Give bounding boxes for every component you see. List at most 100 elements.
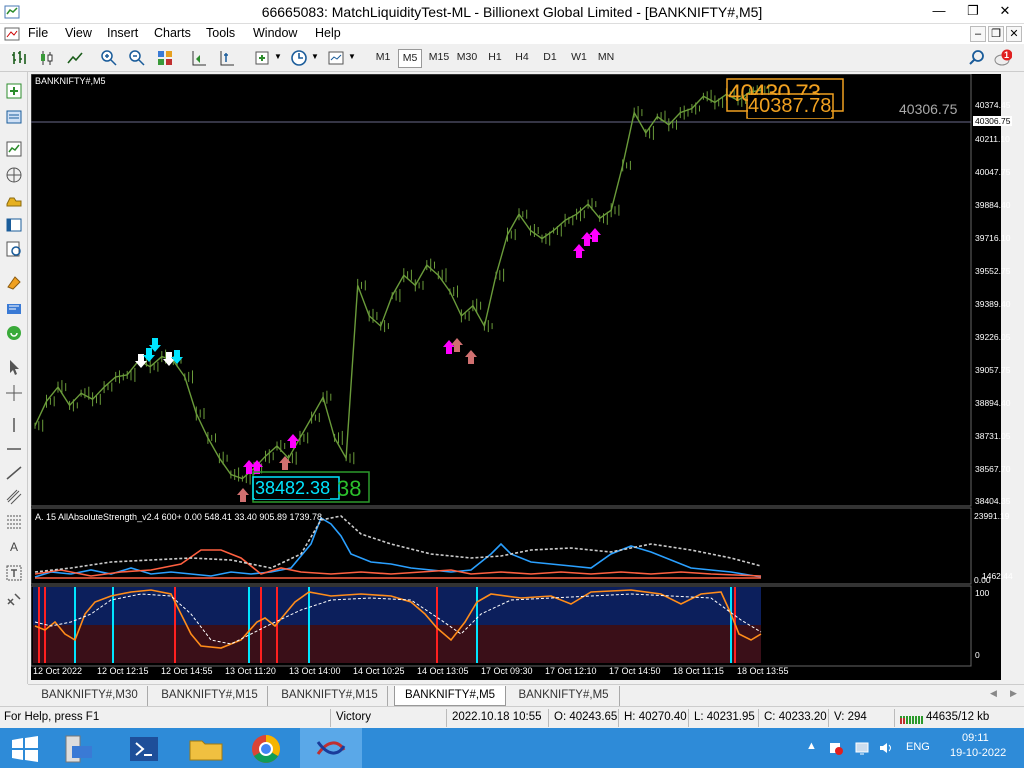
menu-help[interactable]: Help [315,26,341,40]
indicators-icon[interactable] [254,49,272,67]
bar-chart-icon[interactable] [10,49,28,67]
time-scale-label: 18 Oct 13:55 [737,666,789,676]
chart-symbol-label: BANKNIFTY#,M5 [35,76,106,86]
periods-clock-icon[interactable] [290,49,308,67]
horizontal-line-icon[interactable] [5,440,23,458]
chart-shift-icon[interactable] [190,49,208,67]
current-price-marker: 40306.75 [973,116,1013,126]
taskbar-active-app[interactable] [300,728,362,768]
file-explorer-icon[interactable] [184,732,228,766]
vertical-line-icon[interactable] [5,416,23,434]
time-scale-label: 17 Oct 09:30 [481,666,533,676]
text-tool-icon[interactable]: A [5,540,23,558]
strategy-tester-icon[interactable] [5,240,23,258]
powershell-icon[interactable] [122,732,166,766]
chart-area[interactable]: BANKNIFTY#,M5 40306.75 40430.73 40387.78… [31,74,1013,680]
zoom-in-icon[interactable] [100,49,118,67]
current-price-text: 40306.75 [899,101,958,117]
tab-scroll-right-icon[interactable]: ▶ [1010,688,1017,699]
down-arrow-signal [143,348,155,362]
timeframe-m1-button[interactable]: M1 [371,49,395,68]
tab-banknifty-m5[interactable]: BANKNIFTY#,M5 [508,686,620,706]
chart-canvas[interactable] [31,74,1001,680]
menu-window[interactable]: Window [253,26,297,40]
notification-count: 1 [1004,50,1010,60]
close-button[interactable]: ✕ [988,0,1022,24]
title-bar: 66665083: MatchLiquidityTest-ML - Billio… [0,0,1024,24]
timeframe-h1-button[interactable]: H1 [483,49,507,68]
tab-banknifty-m15-b[interactable]: BANKNIFTY#,M15 [272,686,388,706]
fibonacci-icon[interactable] [5,512,23,530]
history-center-icon[interactable] [5,108,23,126]
data-window-icon[interactable] [5,192,23,210]
time-scale-label: 17 Oct 14:50 [609,666,661,676]
auto-scroll-icon[interactable] [218,49,236,67]
indicator2-scale-top: 100 [975,588,990,598]
tab-banknifty-m15-a[interactable]: BANKNIFTY#,M15 [152,686,268,706]
timeframe-d1-button[interactable]: D1 [538,49,562,68]
server-manager-icon[interactable] [56,732,100,766]
notifications-icon[interactable] [994,49,1012,67]
trading-terminal-icon [316,741,346,755]
mdi-close-button[interactable]: ✕ [1006,26,1022,42]
candlestick-icon[interactable] [38,49,56,67]
metaeditor-icon[interactable] [5,274,23,292]
left-toolbar: A [0,72,28,684]
search-icon[interactable] [968,49,986,67]
indicator1-scale-zero: 0.00 [974,575,991,585]
tile-windows-icon[interactable] [156,49,174,67]
timeframe-h4-button[interactable]: H4 [510,49,534,68]
tray-language[interactable]: ENG [906,741,930,753]
tray-time[interactable]: 09:11 [962,732,989,744]
templates-dropdown-icon[interactable]: ▼ [348,52,356,61]
price-scale-label: 39389.40 [975,299,1011,309]
tab-banknifty-m5-active[interactable]: BANKNIFTY#,M5 [394,686,506,706]
timeframe-mn-button[interactable]: MN [594,49,618,68]
cursor-icon[interactable] [5,358,23,376]
status-bar: For Help, press F1 Victory 2022.10.18 10… [0,706,1024,728]
line-chart-icon[interactable] [66,49,84,67]
channel-icon[interactable] [5,488,23,506]
minimize-button[interactable]: — [922,0,956,24]
menu-view[interactable]: View [65,26,92,40]
menu-tools[interactable]: Tools [206,26,235,40]
mdi-restore-button[interactable]: ❐ [988,26,1004,42]
restore-button[interactable]: ❐ [956,0,990,24]
crosshair-icon[interactable] [5,384,23,402]
trend-line-icon[interactable] [5,464,23,482]
chrome-icon[interactable] [244,732,288,766]
menu-insert[interactable]: Insert [107,26,138,40]
timeframe-m15-button[interactable]: M15 [425,49,453,68]
tray-network-icon[interactable] [854,740,870,756]
zoom-out-icon[interactable] [128,49,146,67]
new-order-icon[interactable] [5,82,23,100]
up-arrow-signal [237,488,249,502]
text-label-icon[interactable] [5,564,23,582]
periods-dropdown-icon[interactable]: ▼ [311,52,319,61]
arrows-icon[interactable] [5,590,23,608]
price-scale-label: 39716.10 [975,233,1011,243]
windows-start-icon[interactable] [2,732,46,766]
up-arrow-signal [287,434,299,448]
tab-scroll-left-icon[interactable]: ◀ [990,688,997,699]
time-scale-label: 13 Oct 11:20 [225,666,276,676]
terminal-icon[interactable] [5,216,23,234]
timeframe-m30-button[interactable]: M30 [453,49,481,68]
menu-file[interactable]: File [28,26,48,40]
tray-date[interactable]: 19-10-2022 [950,747,1006,759]
indicators-dropdown-icon[interactable]: ▼ [274,52,282,61]
timeframe-m5-button[interactable]: M5 [398,49,422,68]
mdi-minimize-button[interactable]: – [970,26,986,42]
navigator-icon[interactable] [5,166,23,184]
market-icon[interactable] [5,324,23,342]
toolbar: ▼ ▼ ▼ M1 M5 M15 M30 H1 H4 D1 W1 MN 1 [0,44,1024,72]
tray-volume-icon[interactable] [878,740,894,756]
tray-up-arrow-icon[interactable]: ▲ [806,740,817,752]
tray-security-icon[interactable] [828,740,844,756]
templates-icon[interactable] [327,49,345,67]
timeframe-w1-button[interactable]: W1 [567,49,591,68]
menu-charts[interactable]: Charts [154,26,191,40]
signals-icon[interactable] [5,300,23,318]
market-watch-icon[interactable] [5,140,23,158]
tab-banknifty-m30[interactable]: BANKNIFTY#,M30 [32,686,148,706]
